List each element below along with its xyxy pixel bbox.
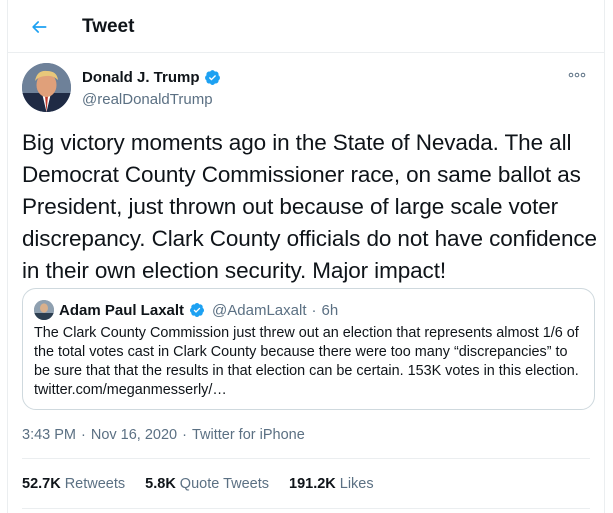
avatar-image	[22, 63, 71, 112]
quoted-separator: ·	[311, 301, 317, 319]
arrow-left-icon	[32, 21, 47, 33]
author-name-row: Donald J. Trump	[82, 69, 221, 86]
author-handle[interactable]: @realDonaldTrump	[82, 91, 213, 108]
more-horizontal-icon	[568, 72, 586, 78]
likes-stat[interactable]: 191.2K Likes	[289, 476, 374, 492]
quote-tweets-stat[interactable]: 5.8K Quote Tweets	[145, 476, 269, 492]
quoted-tweet-text: The Clark County Commission just threw o…	[34, 325, 579, 398]
quoted-author-handle: @AdamLaxalt	[212, 301, 307, 319]
quoted-avatar	[34, 300, 54, 320]
divider	[22, 508, 590, 509]
tweet-source[interactable]: Twitter for iPhone	[192, 427, 305, 443]
retweets-count: 52.7K	[22, 476, 61, 492]
tweet-time[interactable]: 3:43 PM	[22, 427, 76, 443]
meta-separator: ·	[182, 427, 187, 443]
more-options-button[interactable]	[566, 67, 588, 83]
tweet-metadata: 3:43 PM · Nov 16, 2020 · Twitter for iPh…	[22, 427, 305, 443]
quote-tweets-count: 5.8K	[145, 476, 176, 492]
tweet-author: Donald J. Trump @realDonaldTrump	[22, 63, 594, 115]
likes-label: Likes	[339, 476, 374, 492]
retweets-stat[interactable]: 52.7K Retweets	[22, 476, 125, 492]
avatar[interactable]	[22, 63, 71, 112]
retweets-label: Retweets	[64, 476, 126, 492]
tweet-date[interactable]: Nov 16, 2020	[91, 427, 177, 443]
back-button[interactable]	[24, 12, 54, 42]
quoted-author-name: Adam Paul Laxalt	[59, 301, 185, 319]
likes-count: 191.2K	[289, 476, 336, 492]
verified-badge-icon	[204, 69, 221, 86]
quoted-time: 6h	[321, 301, 339, 319]
meta-separator: ·	[81, 427, 86, 443]
page-title: Tweet	[82, 16, 135, 37]
quoted-tweet-card[interactable]: Adam Paul Laxalt @AdamLaxalt · 6h The Cl…	[22, 288, 595, 410]
engagement-stats: 52.7K Retweets 5.8K Quote Tweets 191.2K …	[22, 476, 394, 492]
tweet-text: Big victory moments ago in the State of …	[22, 130, 597, 283]
author-name[interactable]: Donald J. Trump	[82, 69, 200, 86]
divider	[22, 458, 590, 459]
quoted-tweet-header: Adam Paul Laxalt @AdamLaxalt · 6h	[34, 300, 338, 320]
quote-tweets-label: Quote Tweets	[179, 476, 269, 492]
page-header: Tweet	[8, 0, 604, 53]
tweet-page: Tweet Donald J. Trump @realDonaldTrump B…	[7, 0, 605, 513]
verified-badge-icon	[189, 302, 205, 318]
